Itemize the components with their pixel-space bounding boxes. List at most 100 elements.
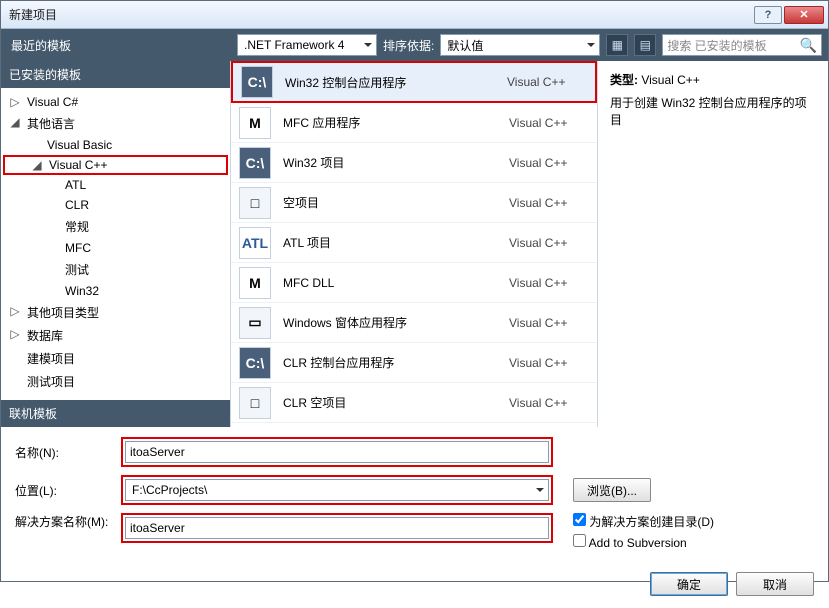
- online-templates-header[interactable]: 联机模板: [1, 400, 230, 427]
- tree-item-label: Win32: [65, 284, 99, 298]
- template-icon: C:\: [241, 66, 273, 98]
- tree-item--[interactable]: ▷ 数据库: [3, 324, 228, 347]
- tree-item--[interactable]: ◢ 其他语言: [3, 112, 228, 135]
- framework-combo[interactable]: .NET Framework 4: [237, 34, 377, 56]
- expander-icon[interactable]: ◢: [31, 158, 43, 172]
- expander-icon[interactable]: ◢: [9, 115, 21, 129]
- template-icon: ATL: [239, 227, 271, 259]
- tree-item-win32[interactable]: Win32: [3, 281, 228, 301]
- template-name: Win32 控制台应用程序: [285, 74, 507, 91]
- help-button[interactable]: ?: [754, 6, 782, 24]
- dialog-footer: 确定 取消: [1, 562, 828, 608]
- template-item[interactable]: □CLR 空项目Visual C++: [231, 383, 597, 423]
- solution-name-input[interactable]: [125, 517, 549, 539]
- tree-item-label: 测试项目: [27, 375, 75, 389]
- view-large-icon[interactable]: ▤: [634, 34, 656, 56]
- window-title: 新建项目: [9, 6, 754, 23]
- type-value: Visual C++: [641, 73, 699, 87]
- template-name: MFC DLL: [283, 276, 509, 290]
- expander-icon[interactable]: ▷: [9, 304, 21, 318]
- expander-icon[interactable]: ▷: [9, 95, 21, 109]
- template-icon: C:\: [239, 347, 271, 379]
- template-item[interactable]: M MFC DLLVisual C++: [231, 263, 597, 303]
- tree-item-label: 常规: [65, 220, 89, 234]
- installed-templates-header: 已安装的模板: [1, 61, 230, 88]
- tree-item-label: 建模项目: [27, 352, 75, 366]
- sort-label: 排序依据:: [383, 37, 434, 54]
- template-category: Visual C++: [509, 156, 589, 170]
- toolbar: 最近的模板 .NET Framework 4 排序依据: 默认值 ▦ ▤ 搜索 …: [1, 29, 828, 61]
- template-category: Visual C++: [509, 276, 589, 290]
- details-pane: 类型: Visual C++ 用于创建 Win32 控制台应用程序的项目: [598, 61, 828, 427]
- template-category: Visual C++: [509, 196, 589, 210]
- tree-item-visual-basic[interactable]: Visual Basic: [3, 135, 228, 155]
- form-area: 名称(N): 位置(L): F:\CcProjects\ 浏览(B)... 解决…: [1, 427, 828, 554]
- template-icon: M: [239, 267, 271, 299]
- tree-item--[interactable]: 建模项目: [3, 347, 228, 370]
- template-item[interactable]: C:\ Win32 项目Visual C++: [231, 143, 597, 183]
- template-icon: □: [239, 187, 271, 219]
- search-icon[interactable]: 🔍: [800, 37, 817, 54]
- tree-item-label: Visual Basic: [47, 138, 112, 152]
- template-name: ATL 项目: [283, 234, 509, 251]
- tree-item-label: Visual C#: [27, 95, 78, 109]
- tree-item-label: ATL: [65, 178, 86, 192]
- tree-item-label: CLR: [65, 198, 89, 212]
- tree-item-label: Visual C++: [49, 158, 107, 172]
- cancel-button[interactable]: 取消: [736, 572, 814, 596]
- template-item[interactable]: C:\CLR 控制台应用程序Visual C++: [231, 343, 597, 383]
- name-label: 名称(N):: [15, 444, 121, 461]
- view-small-icon[interactable]: ▦: [606, 34, 628, 56]
- template-tree[interactable]: ▷ Visual C# ◢ 其他语言 Visual Basic ◢ Visual C++ AT…: [1, 88, 230, 396]
- add-to-svn-checkbox[interactable]: Add to Subversion: [573, 534, 714, 550]
- tree-item--[interactable]: 测试: [3, 258, 228, 281]
- template-category: Visual C++: [509, 236, 589, 250]
- template-category: Visual C++: [509, 396, 589, 410]
- tree-item-label: 其他语言: [27, 117, 75, 131]
- tree-item--[interactable]: 常规: [3, 215, 228, 238]
- recent-templates-label: 最近的模板: [7, 37, 231, 54]
- tree-item-label: 数据库: [27, 329, 63, 343]
- template-name: Windows 窗体应用程序: [283, 314, 509, 331]
- tree-item--[interactable]: 测试项目: [3, 370, 228, 393]
- ok-button[interactable]: 确定: [650, 572, 728, 596]
- browse-button[interactable]: 浏览(B)...: [573, 478, 651, 502]
- tree-item-mfc[interactable]: MFC: [3, 238, 228, 258]
- tree-item-visual-c-[interactable]: ▷ Visual C#: [3, 92, 228, 112]
- left-pane: 已安装的模板 ▷ Visual C# ◢ 其他语言 Visual Basic ◢ Visua…: [1, 61, 231, 427]
- template-name: CLR 控制台应用程序: [283, 354, 509, 371]
- tree-item-label: 其他项目类型: [27, 306, 99, 320]
- template-item[interactable]: M MFC 应用程序Visual C++: [231, 103, 597, 143]
- template-name: Win32 项目: [283, 154, 509, 171]
- location-label: 位置(L):: [15, 482, 121, 499]
- search-input[interactable]: 搜索 已安装的模板 🔍: [662, 34, 822, 56]
- template-list[interactable]: C:\Win32 控制台应用程序Visual C++MMFC 应用程序Visua…: [231, 61, 598, 427]
- template-icon: ▭: [239, 307, 271, 339]
- tree-item-label: 测试: [65, 263, 89, 277]
- template-name: 空项目: [283, 194, 509, 211]
- close-button[interactable]: ✕: [784, 6, 824, 24]
- template-icon: □: [239, 387, 271, 419]
- template-category: Visual C++: [509, 116, 589, 130]
- title-bar: 新建项目 ? ✕: [1, 1, 828, 29]
- template-item[interactable]: C:\Win32 控制台应用程序Visual C++: [231, 61, 597, 103]
- template-name: MFC 应用程序: [283, 114, 509, 131]
- tree-item-label: MFC: [65, 241, 91, 255]
- tree-item-visual-c-[interactable]: ◢ Visual C++: [3, 155, 228, 175]
- search-placeholder: 搜索 已安装的模板: [667, 37, 766, 54]
- tree-item--[interactable]: ▷ 其他项目类型: [3, 301, 228, 324]
- template-item[interactable]: ATL ATL 项目Visual C++: [231, 223, 597, 263]
- location-combo[interactable]: F:\CcProjects\: [125, 479, 549, 501]
- sort-combo[interactable]: 默认值: [440, 34, 600, 56]
- template-item[interactable]: ▭ Windows 窗体应用程序Visual C++: [231, 303, 597, 343]
- tree-item-atl[interactable]: ATL: [3, 175, 228, 195]
- create-dir-checkbox[interactable]: 为解决方案创建目录(D): [573, 513, 714, 530]
- template-description: 用于创建 Win32 控制台应用程序的项目: [610, 94, 816, 128]
- template-icon: C:\: [239, 147, 271, 179]
- template-category: Visual C++: [509, 316, 589, 330]
- name-input[interactable]: [125, 441, 549, 463]
- template-item[interactable]: □ 空项目Visual C++: [231, 183, 597, 223]
- template-icon: M: [239, 107, 271, 139]
- tree-item-clr[interactable]: CLR: [3, 195, 228, 215]
- expander-icon[interactable]: ▷: [9, 327, 21, 341]
